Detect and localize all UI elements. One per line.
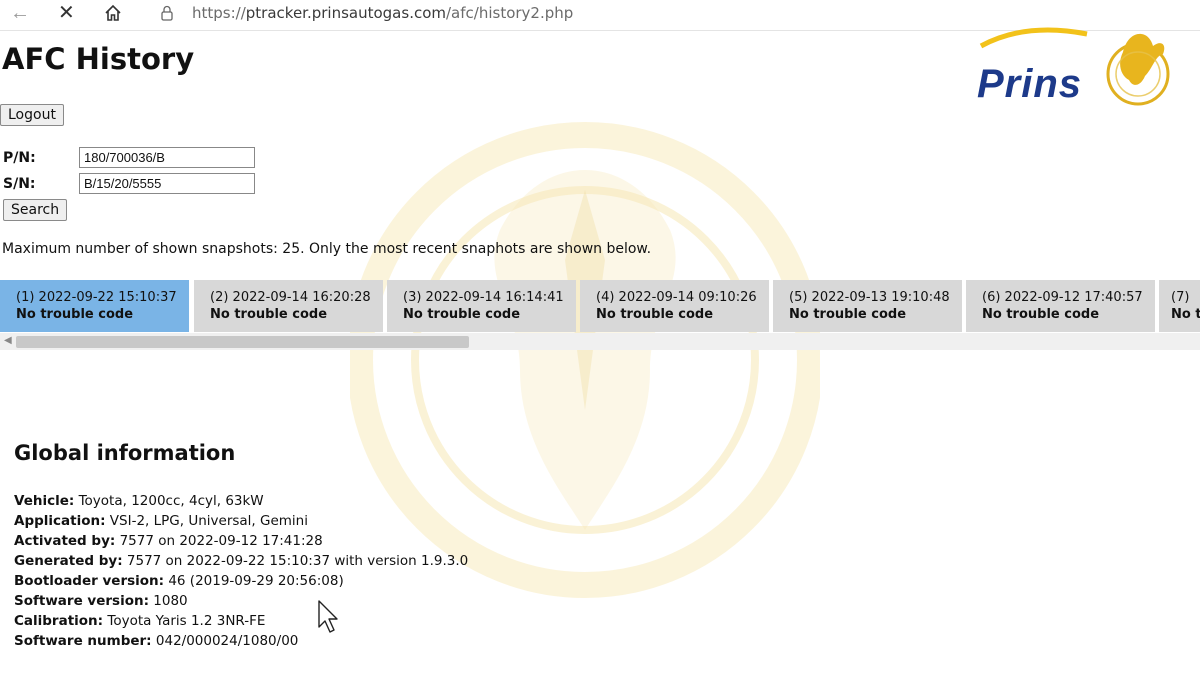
- info-value: 7577 on 2022-09-22 15:10:37 with version…: [122, 553, 469, 569]
- back-arrow-icon[interactable]: ←: [10, 2, 30, 24]
- info-value: Toyota Yaris 1.2 3NR-FE: [103, 613, 266, 629]
- info-activated-by: Activated by: 7577 on 2022-09-12 17:41:2…: [14, 531, 468, 551]
- page-title: AFC History: [2, 42, 195, 76]
- scroll-thumb[interactable]: [16, 336, 469, 348]
- snapshot-status: No trouble code: [789, 307, 907, 322]
- url-host: ptracker.prinsautogas.com: [245, 4, 446, 22]
- snapshot-datetime: (3) 2022-09-14 16:14:41: [403, 290, 564, 305]
- info-software-number: Software number: 042/000024/1080/00: [14, 631, 468, 651]
- snapshot-tab-3[interactable]: (3) 2022-09-14 16:14:41 No trouble code: [387, 280, 576, 332]
- info-application: Application: VSI-2, LPG, Universal, Gemi…: [14, 511, 468, 531]
- search-button[interactable]: Search: [3, 199, 68, 221]
- address-bar[interactable]: https://ptracker.prinsautogas.com/afc/hi…: [192, 4, 573, 22]
- info-value: 1080: [148, 593, 188, 609]
- info-value: 46 (2019-09-29 20:56:08): [164, 573, 344, 589]
- info-bootloader-version: Bootloader version: 46 (2019-09-29 20:56…: [14, 571, 468, 591]
- sn-input[interactable]: B/15/20/5555: [79, 173, 255, 194]
- pn-label: P/N:: [3, 150, 36, 166]
- info-value: 7577 on 2022-09-12 17:41:28: [115, 533, 323, 549]
- snapshot-tab-2[interactable]: (2) 2022-09-14 16:20:28 No trouble code: [194, 280, 383, 332]
- info-value: 042/000024/1080/00: [151, 633, 299, 649]
- snapshot-status: No trouble code: [982, 307, 1100, 322]
- horizontal-scrollbar[interactable]: ◀: [0, 333, 1200, 350]
- info-value: Toyota, 1200cc, 4cyl, 63kW: [74, 493, 264, 509]
- snapshot-tab-7[interactable]: (7) No t: [1159, 280, 1200, 332]
- snapshot-status: No trouble code: [16, 307, 134, 322]
- snapshot-tab-6[interactable]: (6) 2022-09-12 17:40:57 No trouble code: [966, 280, 1155, 332]
- info-key: Generated by:: [14, 553, 123, 569]
- close-icon[interactable]: ✕: [58, 2, 75, 24]
- garuda-emblem-icon: [1106, 33, 1170, 106]
- snapshot-datetime: (5) 2022-09-13 19:10:48: [789, 290, 950, 305]
- info-value: VSI-2, LPG, Universal, Gemini: [105, 513, 308, 529]
- snapshot-tab-1[interactable]: (1) 2022-09-22 15:10:37 No trouble code: [0, 280, 189, 332]
- logout-button[interactable]: Logout: [0, 104, 64, 126]
- info-key: Application:: [14, 513, 106, 529]
- snapshot-status: No trouble code: [403, 307, 521, 322]
- snapshot-datetime: (2) 2022-09-14 16:20:28: [210, 290, 371, 305]
- pn-input[interactable]: 180/700036/B: [79, 147, 255, 168]
- snapshot-status: No trouble code: [210, 307, 328, 322]
- info-key: Activated by:: [14, 533, 116, 549]
- global-info-heading: Global information: [14, 441, 236, 465]
- info-generated-by: Generated by: 7577 on 2022-09-22 15:10:3…: [14, 551, 468, 571]
- global-info-list: Vehicle: Toyota, 1200cc, 4cyl, 63kW Appl…: [14, 491, 468, 651]
- scroll-left-arrow-icon[interactable]: ◀: [4, 335, 12, 346]
- lock-icon: [161, 5, 173, 21]
- snapshot-status: No trouble code: [596, 307, 714, 322]
- snapshot-tabs: (1) 2022-09-22 15:10:37 No trouble code …: [0, 280, 1200, 332]
- snapshot-datetime: (6) 2022-09-12 17:40:57: [982, 290, 1143, 305]
- snapshot-datetime: (1) 2022-09-22 15:10:37: [16, 290, 177, 305]
- info-key: Vehicle:: [14, 493, 75, 509]
- info-calibration: Calibration: Toyota Yaris 1.2 3NR-FE: [14, 611, 468, 631]
- logo-text: Prins: [977, 62, 1083, 106]
- info-key: Bootloader version:: [14, 573, 165, 589]
- info-software-version: Software version: 1080: [14, 591, 468, 611]
- snapshot-datetime: (7): [1171, 290, 1190, 305]
- url-path: /afc/history2.php: [446, 4, 574, 22]
- snapshot-tab-4[interactable]: (4) 2022-09-14 09:10:26 No trouble code: [580, 280, 769, 332]
- snapshot-status: No t: [1171, 307, 1200, 322]
- home-icon[interactable]: [104, 4, 122, 22]
- snapshot-tab-5[interactable]: (5) 2022-09-13 19:10:48 No trouble code: [773, 280, 962, 332]
- info-key: Calibration:: [14, 613, 104, 629]
- mouse-pointer-icon: [318, 600, 338, 633]
- prins-logo: Prins: [975, 24, 1185, 114]
- snapshot-datetime: (4) 2022-09-14 09:10:26: [596, 290, 757, 305]
- sn-label: S/N:: [3, 176, 36, 192]
- info-key: Software version:: [14, 593, 149, 609]
- url-prefix: https://: [192, 4, 246, 22]
- snapshot-limit-notice: Maximum number of shown snapshots: 25. O…: [2, 241, 652, 257]
- info-vehicle: Vehicle: Toyota, 1200cc, 4cyl, 63kW: [14, 491, 468, 511]
- info-key: Software number:: [14, 633, 152, 649]
